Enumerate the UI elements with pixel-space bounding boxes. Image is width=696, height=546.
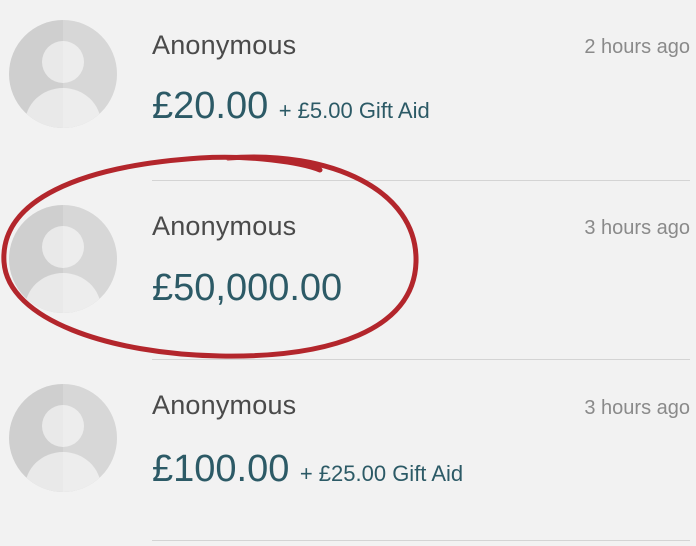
donation-time: 2 hours ago [584, 36, 690, 58]
default-avatar-icon [9, 205, 117, 313]
donation-time: 3 hours ago [584, 397, 690, 419]
donation-item: Anonymous 3 hours ago £50,000.00 [0, 180, 696, 360]
gift-aid-amount: + £5.00 Gift Aid [278, 98, 430, 123]
donation-amount: £20.00 [152, 85, 269, 127]
default-avatar-icon [9, 384, 117, 492]
donation-amount: £100.00 [152, 448, 290, 490]
donation-item: Anonymous 3 hours ago £100.00 + £25.00 G… [0, 360, 696, 540]
donation-list: Anonymous 2 hours ago £20.00 + £5.00 Gif… [0, 0, 696, 546]
donor-name: Anonymous [152, 211, 297, 241]
donation-item: Anonymous 2 hours ago £20.00 + £5.00 Gif… [0, 0, 696, 180]
donor-name: Anonymous [152, 30, 297, 60]
donation-amount: £50,000.00 [152, 267, 343, 309]
amount-line: £50,000.00 [152, 267, 348, 310]
divider [152, 540, 690, 541]
amount-line: £100.00 + £25.00 Gift Aid [152, 448, 463, 491]
donor-name: Anonymous [152, 390, 297, 420]
gift-aid-amount: + £25.00 Gift Aid [299, 461, 464, 486]
amount-line: £20.00 + £5.00 Gift Aid [152, 85, 430, 128]
donation-time: 3 hours ago [584, 217, 690, 239]
default-avatar-icon [9, 20, 117, 128]
